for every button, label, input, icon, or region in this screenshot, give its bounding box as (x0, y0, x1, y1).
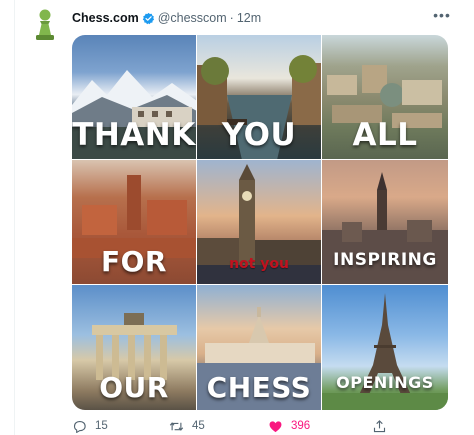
like-button[interactable]: 396 (268, 417, 310, 435)
tile-overlay-text: not you (229, 256, 289, 272)
grid-tile-big-ben[interactable]: not you (197, 160, 322, 285)
tweet[interactable]: Chess.com @chesscom · 12m ••• THANK YOU … (0, 0, 474, 435)
grid-tile-all[interactable]: ALL (322, 35, 448, 160)
separator-dot: · (229, 11, 234, 25)
tile-word: INSPIRING (333, 250, 437, 270)
grid-tile-openings[interactable]: OPENINGS (322, 285, 448, 410)
grid-tile-inspiring[interactable]: INSPIRING (322, 160, 448, 285)
tweet-actions: 15 45 396 (72, 417, 448, 435)
tile-word: FOR (101, 245, 167, 278)
heart-icon (269, 420, 282, 432)
handle[interactable]: @chesscom (158, 11, 227, 25)
grid-tile-chess[interactable]: CHESS (197, 285, 322, 410)
reply-button[interactable]: 15 (72, 417, 108, 435)
image-grid[interactable]: THANK YOU ALL FOR not you INSPIRING OUR … (72, 35, 448, 410)
like-count: 396 (291, 420, 311, 432)
share-button[interactable] (372, 417, 395, 435)
tile-word: OPENINGS (336, 373, 434, 392)
tile-word: THANK (72, 117, 196, 153)
verified-badge-icon (142, 12, 154, 24)
tile-word: CHESS (206, 371, 312, 404)
share-icon (373, 419, 386, 432)
grid-tile-you[interactable]: YOU (197, 35, 322, 160)
reply-icon (73, 420, 86, 433)
more-options-button[interactable]: ••• (432, 8, 452, 24)
display-name[interactable]: Chess.com (72, 11, 139, 25)
tile-word: ALL (352, 117, 418, 153)
retweet-icon (169, 421, 184, 431)
chess-pawn-icon[interactable] (32, 8, 58, 42)
tweet-header: Chess.com @chesscom · 12m (72, 10, 261, 26)
grid-tile-our[interactable]: OUR (72, 285, 197, 410)
retweet-count: 45 (192, 420, 205, 432)
grid-tile-thank[interactable]: THANK (72, 35, 197, 160)
tile-word: YOU (221, 117, 297, 153)
retweet-button[interactable]: 45 (169, 417, 205, 435)
timestamp[interactable]: 12m (237, 11, 261, 25)
tile-word: OUR (99, 371, 169, 404)
grid-tile-for[interactable]: FOR (72, 160, 197, 285)
left-border (14, 0, 15, 435)
reply-count: 15 (95, 420, 108, 432)
